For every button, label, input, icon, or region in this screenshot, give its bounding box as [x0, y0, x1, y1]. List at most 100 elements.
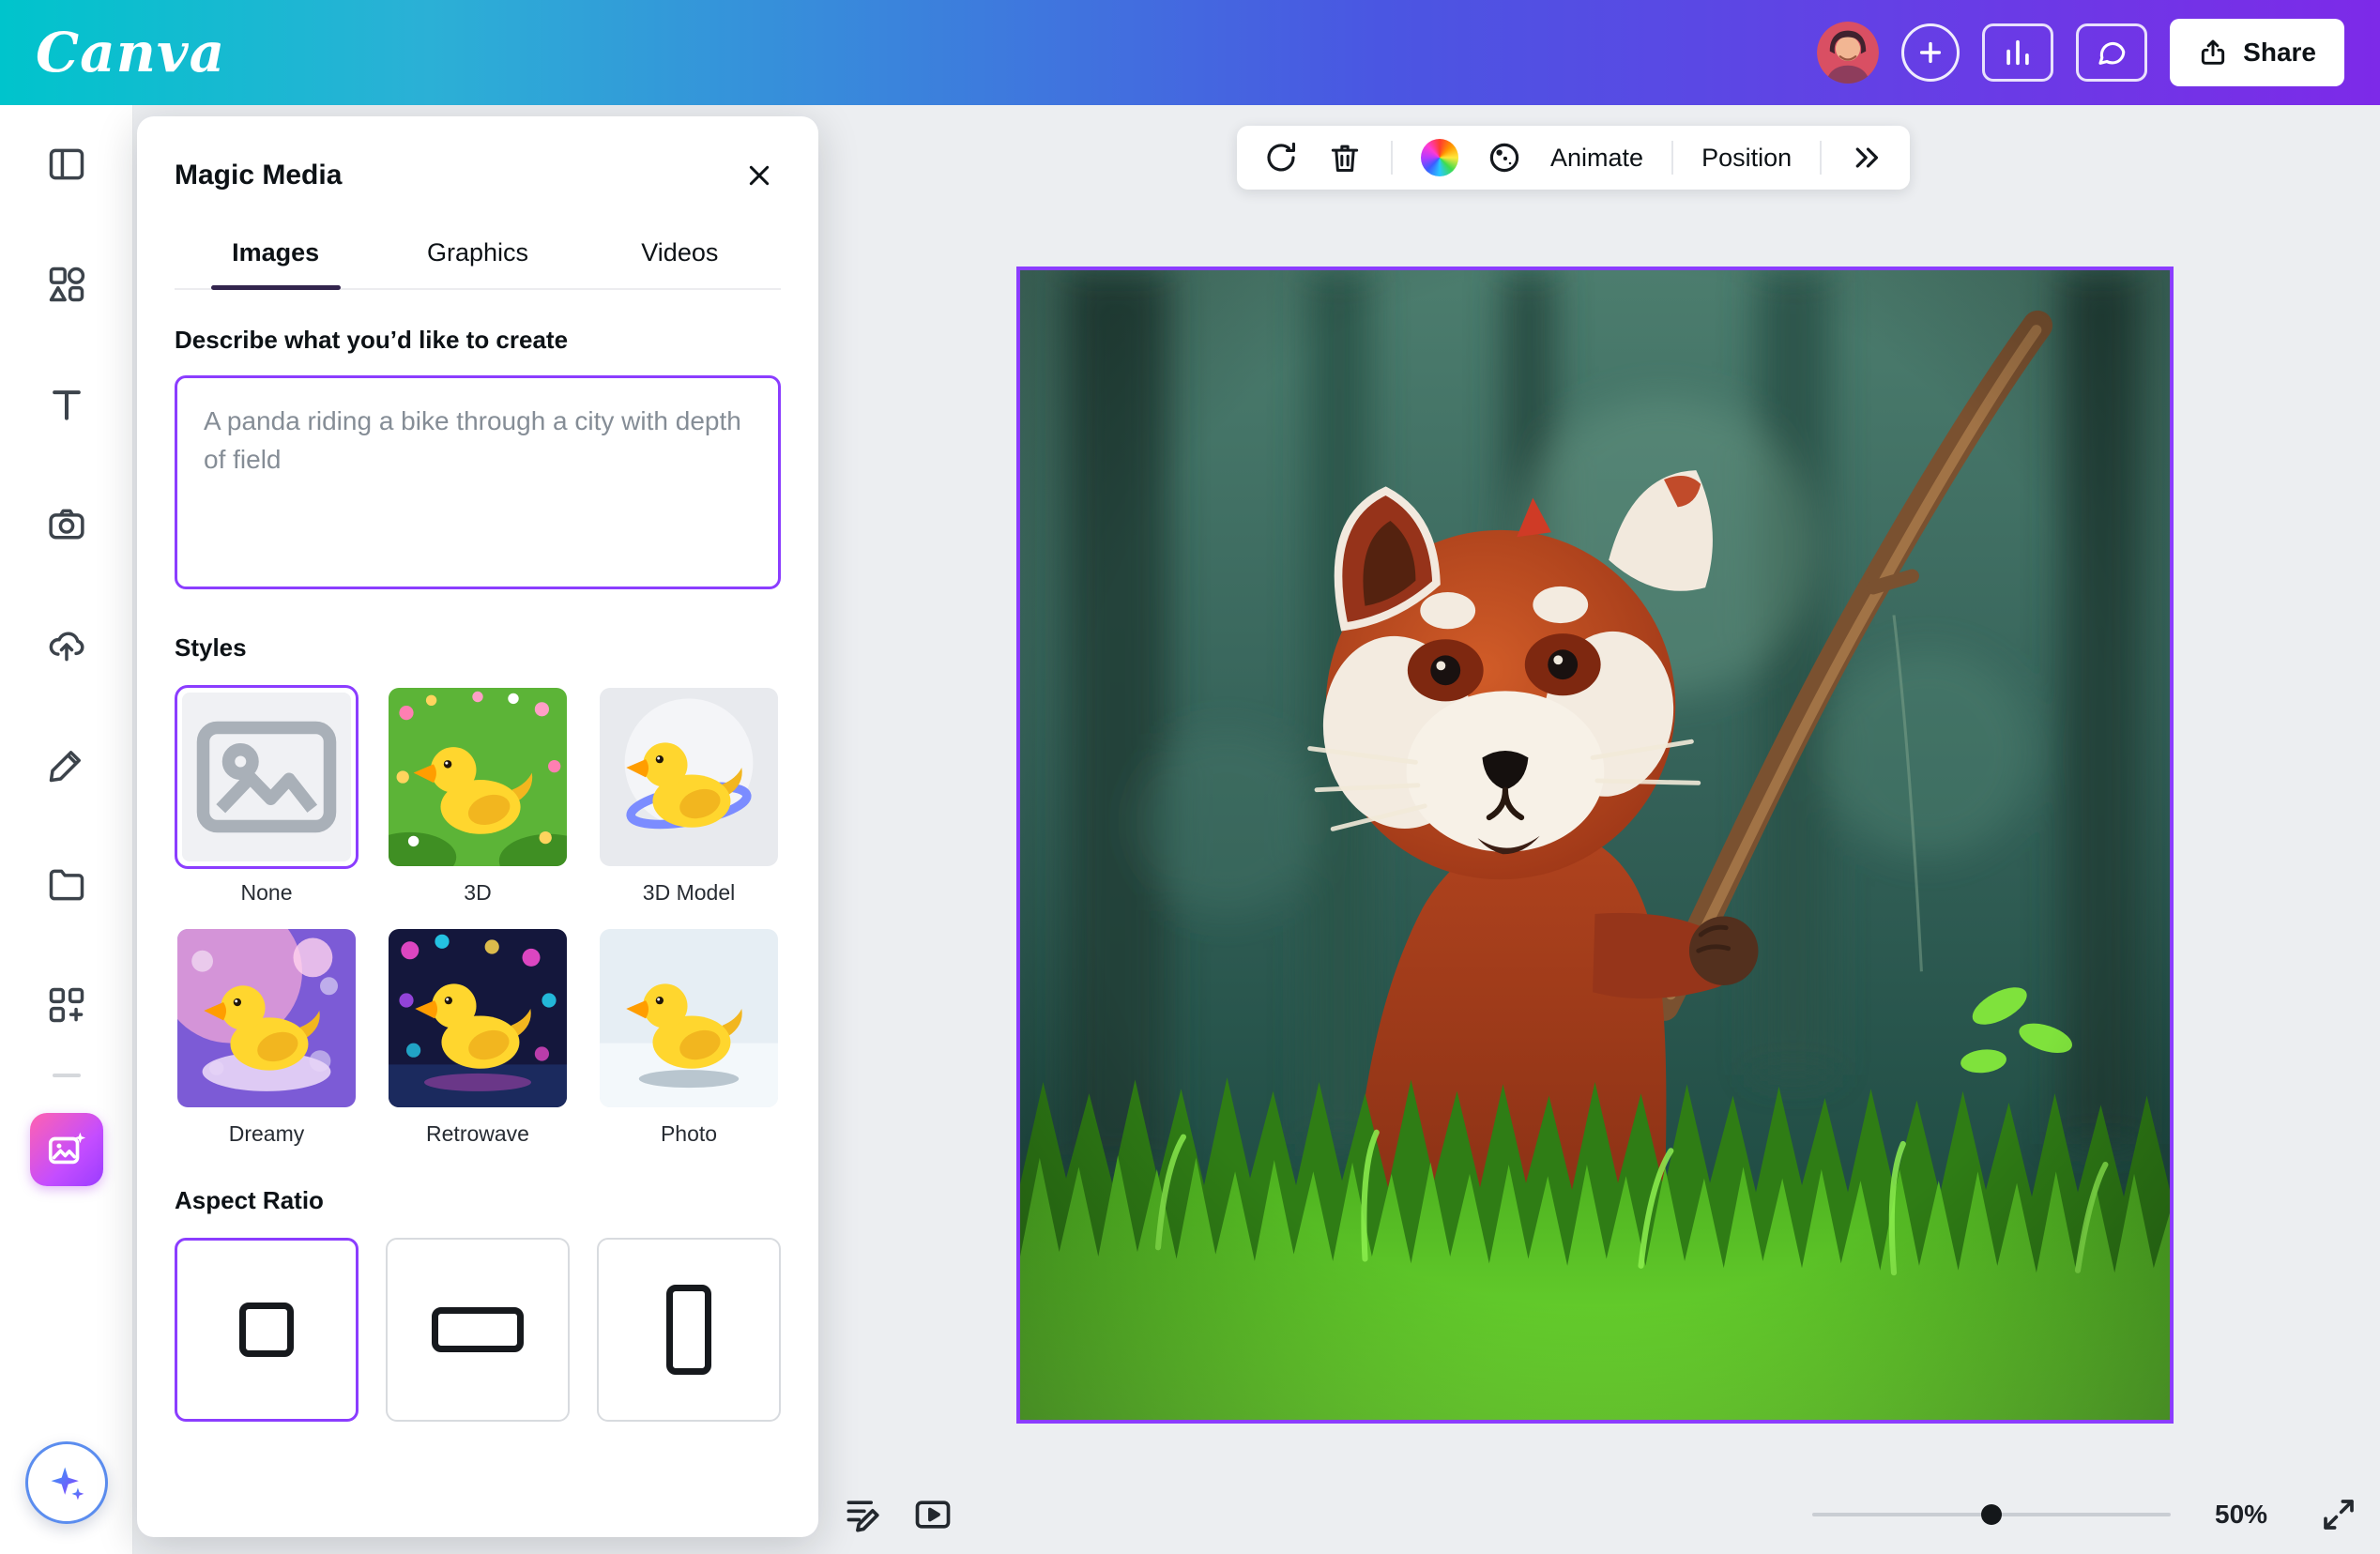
style-option-photo[interactable]: Photo	[597, 926, 781, 1147]
text-icon	[46, 384, 87, 425]
aspect-option-square[interactable]	[175, 1238, 359, 1422]
top-bar: Canva	[0, 0, 2380, 105]
cloud-upload-icon	[46, 624, 87, 665]
style-thumb-none	[175, 685, 359, 869]
sidebar-item-uploads[interactable]	[34, 612, 99, 678]
sparkle-icon	[46, 1462, 87, 1503]
share-icon	[2198, 38, 2228, 68]
avatar-image	[1817, 22, 1879, 84]
aspect-ratio-options	[175, 1238, 781, 1422]
create-design-button[interactable]	[1901, 23, 1960, 82]
toolbar-separator	[1391, 141, 1393, 175]
aspect-option-landscape[interactable]	[386, 1238, 570, 1422]
trash-icon	[1327, 140, 1363, 175]
sidebar-item-apps[interactable]	[34, 972, 99, 1038]
comment-icon	[2096, 37, 2128, 69]
sidebar-item-magic-media[interactable]	[30, 1113, 103, 1186]
apps-grid-icon	[46, 984, 87, 1026]
sidebar-item-draw[interactable]	[34, 732, 99, 798]
delete-button[interactable]	[1327, 140, 1363, 175]
close-panel-button[interactable]	[738, 154, 781, 197]
tab-videos[interactable]: Videos	[579, 221, 781, 288]
toolbar-separator	[1820, 141, 1822, 175]
camera-icon	[46, 504, 87, 545]
animate-button[interactable]: Animate	[1550, 144, 1643, 173]
present-button[interactable]	[908, 1490, 957, 1539]
zoom-level: 50%	[2215, 1500, 2267, 1530]
style-thumb-photo	[597, 926, 781, 1110]
notes-button[interactable]	[838, 1490, 887, 1539]
position-button[interactable]: Position	[1701, 144, 1792, 173]
toolbar-separator	[1671, 141, 1673, 175]
image-placeholder-icon	[182, 693, 351, 861]
styles-grid: None 3D	[175, 685, 781, 1147]
style-option-retrowave[interactable]: Retrowave	[386, 926, 570, 1147]
media-type-tabs: Images Graphics Videos	[175, 221, 781, 290]
style-label: 3D Model	[597, 880, 781, 906]
regenerate-icon	[1263, 140, 1299, 175]
sidebar-item-projects[interactable]	[34, 852, 99, 918]
sidebar-item-design[interactable]	[34, 131, 99, 197]
prompt-label: Describe what you’d like to create	[175, 326, 781, 355]
expand-icon	[2319, 1495, 2358, 1534]
comments-button[interactable]	[2076, 23, 2147, 82]
style-label: Dreamy	[175, 1121, 359, 1147]
tool-rail	[0, 105, 133, 1554]
style-label: Photo	[597, 1121, 781, 1147]
topbar-actions: Share	[1817, 19, 2344, 86]
color-wheel-icon	[1421, 139, 1458, 176]
style-thumb-3d-model	[597, 685, 781, 869]
style-thumb-3d	[386, 685, 570, 869]
red-panda-image	[1020, 270, 2170, 1420]
close-icon	[744, 160, 774, 190]
bar-chart-icon	[2002, 37, 2034, 69]
presentation-play-icon	[912, 1494, 954, 1535]
tab-images[interactable]: Images	[175, 221, 376, 288]
aspect-option-portrait[interactable]	[597, 1238, 781, 1422]
share-label: Share	[2243, 38, 2316, 68]
portrait-ratio-icon	[666, 1285, 711, 1375]
chevron-double-right-icon	[1850, 141, 1884, 175]
assistant-button[interactable]	[25, 1441, 108, 1524]
style-option-3d-model[interactable]: 3D Model	[597, 685, 781, 906]
fullscreen-button[interactable]	[2314, 1490, 2363, 1539]
styles-label: Styles	[175, 633, 781, 663]
zoom-slider-handle[interactable]	[1981, 1504, 2002, 1525]
selected-image[interactable]	[1016, 267, 2174, 1424]
regenerate-button[interactable]	[1263, 140, 1299, 175]
folder-icon	[46, 864, 87, 906]
style-option-none[interactable]: None	[175, 685, 359, 906]
more-options-button[interactable]	[1850, 141, 1884, 175]
magic-media-panel: Magic Media Images Graphics Videos Descr…	[137, 116, 818, 1537]
aspect-ratio-label: Aspect Ratio	[175, 1186, 781, 1215]
style-label: 3D	[386, 880, 570, 906]
share-button[interactable]: Share	[2170, 19, 2344, 86]
canva-editor: Canva	[0, 0, 2380, 1554]
style-label: Retrowave	[386, 1121, 570, 1147]
sidebar-item-text[interactable]	[34, 372, 99, 437]
style-option-3d[interactable]: 3D	[386, 685, 570, 906]
selection-toolbar: Animate Position	[1237, 126, 1910, 190]
style-thumb-retrowave	[386, 926, 570, 1110]
sidebar-item-elements[interactable]	[34, 251, 99, 317]
avatar[interactable]	[1817, 22, 1879, 84]
prompt-input[interactable]	[175, 375, 781, 589]
style-thumb-dreamy	[175, 926, 359, 1110]
canva-logo[interactable]: Canva	[36, 25, 225, 80]
tab-graphics[interactable]: Graphics	[376, 221, 578, 288]
notes-icon	[842, 1494, 883, 1535]
transparency-icon	[1487, 140, 1522, 175]
style-option-dreamy[interactable]: Dreamy	[175, 926, 359, 1147]
square-ratio-icon	[239, 1303, 294, 1357]
insights-button[interactable]	[1982, 23, 2053, 82]
transparency-button[interactable]	[1487, 140, 1522, 175]
sidebar-item-photos[interactable]	[34, 492, 99, 557]
magic-media-icon	[45, 1128, 88, 1171]
sidebar-divider	[53, 1074, 81, 1077]
design-icon	[46, 144, 87, 185]
pencil-icon	[46, 744, 87, 785]
landscape-ratio-icon	[432, 1307, 524, 1352]
color-button[interactable]	[1421, 139, 1458, 176]
plus-icon	[1915, 38, 1945, 68]
panel-header: Magic Media	[175, 116, 781, 197]
